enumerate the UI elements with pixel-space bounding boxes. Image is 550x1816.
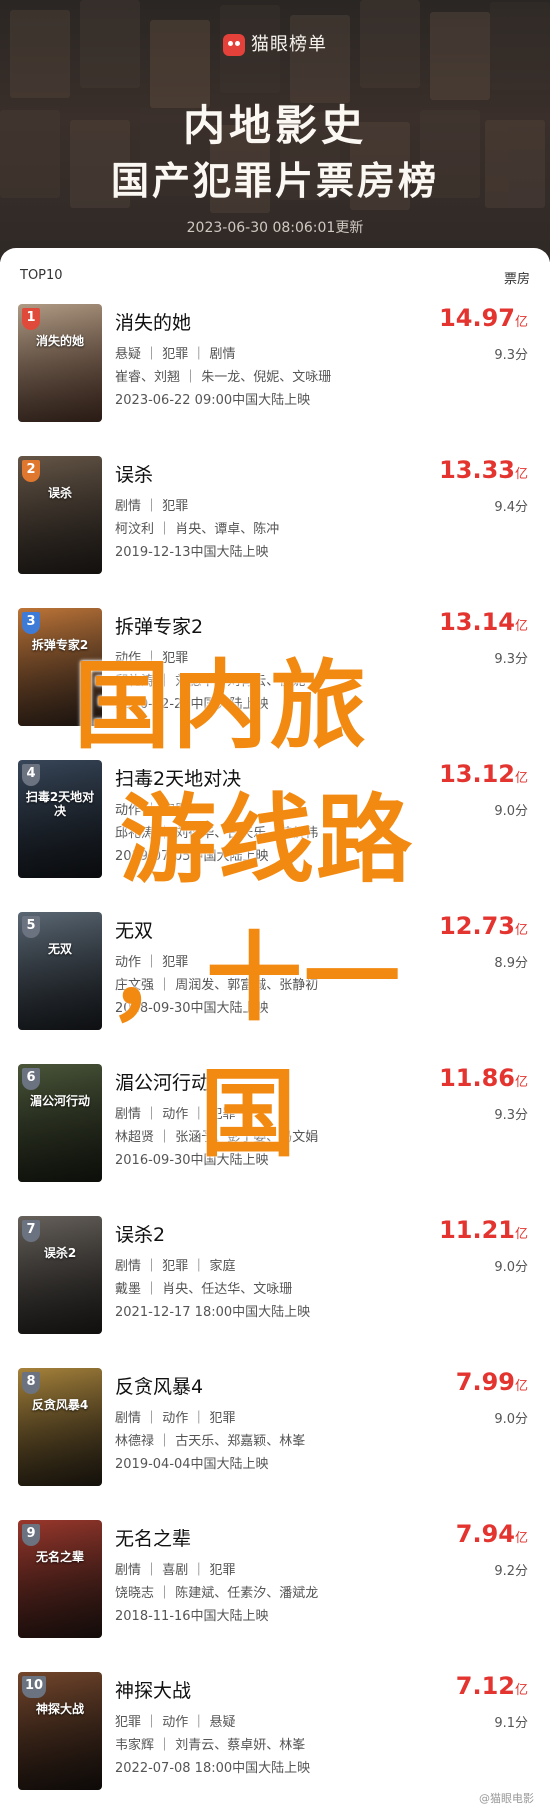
movie-score: 9.3分 xyxy=(494,652,528,667)
movie-score: 9.0分 xyxy=(494,804,528,819)
poster-title: 无名之辈 xyxy=(35,1550,84,1564)
movie-cast: 林德禄 ｜ 古天乐、郑嘉颖、林峯 xyxy=(115,1434,306,1449)
rank-badge: 7 xyxy=(22,1220,40,1242)
movie-genre: 剧情 ｜ 喜剧 ｜ 犯罪 xyxy=(115,1563,236,1578)
overlay-text-line2: 游线路 xyxy=(120,784,414,896)
list-item[interactable]: 10 神探大战 神探大战 犯罪 ｜ 动作 ｜ 悬疑 韦家辉 ｜ 刘青云、蔡卓妍、… xyxy=(0,1654,550,1806)
movie-release: 2018-11-16中国大陆上映 xyxy=(115,1609,269,1624)
movie-cast: 饶晓志 ｜ 陈建斌、任素汐、潘斌龙 xyxy=(115,1586,319,1601)
overlay-text-line3: ，十一 xyxy=(108,922,402,1034)
maoyan-logo-icon xyxy=(223,34,245,56)
box-office-value: 14.97亿 xyxy=(439,304,528,332)
movie-cast: 柯汶利 ｜ 肖央、谭卓、陈冲 xyxy=(115,522,280,537)
list-item[interactable]: 8 反贪风暴4 反贪风暴4 剧情 ｜ 动作 ｜ 犯罪 林德禄 ｜ 古天乐、郑嘉颖… xyxy=(0,1350,550,1502)
overlay-text-line1: 国内旅 xyxy=(74,650,368,762)
rank-badge: 1 xyxy=(22,308,40,330)
movie-poster: 6 湄公河行动 xyxy=(18,1064,102,1182)
overlay-text-line4: 国 xyxy=(200,1058,298,1170)
movie-title: 无名之辈 xyxy=(115,1528,192,1550)
list-item[interactable]: 7 误杀2 误杀2 剧情 ｜ 犯罪 ｜ 家庭 戴墨 ｜ 肖央、任达华、文咏珊 2… xyxy=(0,1198,550,1350)
movie-cast: 韦家辉 ｜ 刘青云、蔡卓妍、林峯 xyxy=(115,1738,306,1753)
movie-release: 2021-12-17 18:00中国大陆上映 xyxy=(115,1305,311,1320)
movie-score: 9.2分 xyxy=(494,1564,528,1579)
box-office-value: 11.86亿 xyxy=(439,1064,528,1092)
movie-genre: 犯罪 ｜ 动作 ｜ 悬疑 xyxy=(115,1715,236,1730)
movie-title: 湄公河行动 xyxy=(115,1072,211,1094)
movie-release: 2023-06-22 09:00中国大陆上映 xyxy=(115,393,311,408)
box-office-value: 7.99亿 xyxy=(455,1368,528,1396)
movie-title: 反贪风暴4 xyxy=(115,1376,204,1398)
update-time: 2023-06-30 08:06:01更新 xyxy=(186,220,364,236)
movie-poster: 8 反贪风暴4 xyxy=(18,1368,102,1486)
box-office-value: 12.73亿 xyxy=(439,912,528,940)
movie-score: 9.4分 xyxy=(494,500,528,515)
movie-title: 神探大战 xyxy=(115,1680,192,1702)
ranking-header: TOP10 票房 xyxy=(20,268,530,288)
movie-cast: 戴墨 ｜ 肖央、任达华、文咏珊 xyxy=(115,1282,293,1297)
box-office-value: 13.33亿 xyxy=(439,456,528,484)
movie-poster: 5 无双 xyxy=(18,912,102,1030)
list-item[interactable]: 1 消失的她 消失的她 悬疑 ｜ 犯罪 ｜ 剧情 崔睿、刘翘 ｜ 朱一龙、倪妮、… xyxy=(0,286,550,438)
poster-title: 反贪风暴4 xyxy=(31,1398,89,1412)
movie-release: 2022-07-08 18:00中国大陆上映 xyxy=(115,1761,311,1776)
box-office-value: 11.21亿 xyxy=(439,1216,528,1244)
movie-poster: 9 无名之辈 xyxy=(18,1520,102,1638)
poster-title: 湄公河行动 xyxy=(29,1094,90,1108)
page-title: 内地影史 xyxy=(182,101,367,150)
movie-score: 9.0分 xyxy=(494,1260,528,1275)
top10-label: TOP10 xyxy=(20,268,63,283)
box-office-value: 7.94亿 xyxy=(455,1520,528,1548)
page-subtitle: 国产犯罪片票房榜 xyxy=(110,159,439,203)
rank-badge: 5 xyxy=(22,916,40,938)
rank-badge: 10 xyxy=(22,1676,46,1698)
poster-title: 消失的她 xyxy=(35,334,84,348)
movie-poster: 10 神探大战 xyxy=(18,1672,102,1790)
movie-title: 消失的她 xyxy=(115,312,192,334)
movie-genre: 悬疑 ｜ 犯罪 ｜ 剧情 xyxy=(115,347,236,362)
poster-title: 误杀 xyxy=(47,486,72,500)
movie-poster: 2 误杀 xyxy=(18,456,102,574)
poster-title: 无双 xyxy=(47,942,72,956)
watermark: @猫眼电影 xyxy=(479,1792,534,1805)
movie-score: 9.0分 xyxy=(494,1412,528,1427)
movie-poster: 4 扫毒2天地对决 xyxy=(18,760,102,878)
rank-badge: 8 xyxy=(22,1372,40,1394)
movie-score: 9.3分 xyxy=(494,1108,528,1123)
brand-title: 猫眼榜单 xyxy=(0,30,550,56)
box-office-label: 票房 xyxy=(503,272,530,287)
movie-cast: 崔睿、刘翘 ｜ 朱一龙、倪妮、文咏珊 xyxy=(115,370,332,385)
box-office-value: 7.12亿 xyxy=(455,1672,528,1700)
list-item[interactable]: 9 无名之辈 无名之辈 剧情 ｜ 喜剧 ｜ 犯罪 饶晓志 ｜ 陈建斌、任素汐、潘… xyxy=(0,1502,550,1654)
rank-badge: 2 xyxy=(22,460,40,482)
list-item[interactable]: 2 误杀 误杀 剧情 ｜ 犯罪 柯汶利 ｜ 肖央、谭卓、陈冲 2019-12-1… xyxy=(0,438,550,590)
rank-badge: 3 xyxy=(22,612,40,634)
rank-badge: 6 xyxy=(22,1068,40,1090)
movie-genre: 剧情 ｜ 犯罪 ｜ 家庭 xyxy=(115,1259,236,1274)
movie-title: 误杀2 xyxy=(115,1224,166,1246)
movie-title: 误杀 xyxy=(115,464,154,486)
poster-title: 扫毒2天地对决 xyxy=(25,790,95,818)
rank-badge: 4 xyxy=(22,764,40,786)
movie-genre: 剧情 ｜ 动作 ｜ 犯罪 xyxy=(115,1411,236,1426)
movie-poster: 7 误杀2 xyxy=(18,1216,102,1334)
poster-title: 误杀2 xyxy=(43,1246,77,1260)
movie-score: 9.3分 xyxy=(494,348,528,363)
header-banner: 猫眼榜单 内地影史 国产犯罪片票房榜 2023-06-30 08:06:01更新 xyxy=(0,0,550,262)
movie-genre: 剧情 ｜ 犯罪 xyxy=(115,499,189,514)
box-office-value: 13.14亿 xyxy=(439,608,528,636)
movie-poster: 1 消失的她 xyxy=(18,304,102,422)
movie-release: 2019-12-13中国大陆上映 xyxy=(115,545,269,560)
movie-release: 2019-04-04中国大陆上映 xyxy=(115,1457,269,1472)
movie-score: 9.1分 xyxy=(494,1716,528,1731)
poster-title: 神探大战 xyxy=(35,1702,84,1716)
box-office-value: 13.12亿 xyxy=(439,760,528,788)
movie-score: 8.9分 xyxy=(494,956,528,971)
brand-label: 猫眼榜单 xyxy=(251,34,327,55)
rank-badge: 9 xyxy=(22,1524,40,1546)
